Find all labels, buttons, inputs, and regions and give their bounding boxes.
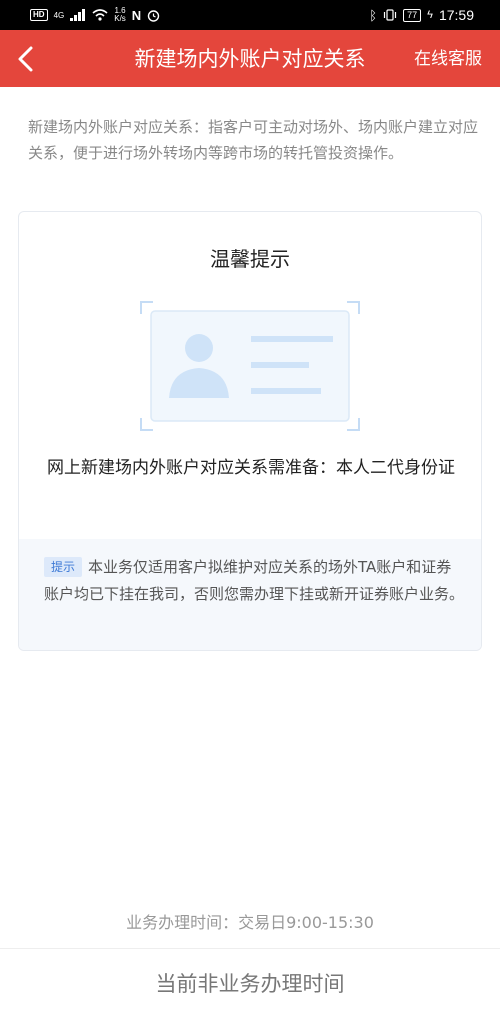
battery-icon: 77 [403, 8, 422, 22]
status-right: ᛒ 77 ϟ 17:59 [369, 6, 474, 24]
card-title: 温馨提示 [210, 247, 290, 271]
wifi-icon [92, 9, 108, 21]
tip-paragraph: 提示 本业务仅适用客户拟维护对应关系的场外TA账户和证券账户均已下挂在我司，否则您… [44, 554, 464, 608]
online-service-link[interactable]: 在线客服 [414, 48, 482, 70]
requirement-text: 网上新建场内外账户对应关系需准备：本人二代身份证 [47, 458, 455, 478]
notice-card: 温馨提示 网上新建场内外账户对应关系需准备：本人二代身份证 提示 本业务仅适用客户… [18, 211, 482, 651]
bluetooth-icon: ᛒ [369, 7, 378, 23]
intro-description: 新建场内外账户对应关系：指客户可主动对场外、场内账户建立对应关系，便于进行场外转… [28, 118, 479, 162]
network-speed: 1.6 K/s [114, 7, 126, 23]
tip-badge: 提示 [44, 557, 83, 577]
charging-icon: ϟ [427, 9, 433, 21]
tip-text: 本业务仅适用客户拟维护对应关系的场外TA账户和证券账户均已下挂在我司，否则您需办… [44, 558, 465, 603]
speed-unit: K/s [114, 14, 126, 23]
tip-section: 提示 本业务仅适用客户拟维护对应关系的场外TA账户和证券账户均已下挂在我司，否则您… [19, 539, 481, 650]
status-bar: HD 4G 1.6 K/s N ᛒ 77 ϟ 17:59 [0, 0, 500, 30]
alarm-icon [147, 9, 160, 22]
signal-icon [70, 9, 86, 21]
clock: 17:59 [438, 7, 474, 23]
nfc-icon: N [131, 7, 142, 23]
network-generation: 4G [53, 10, 65, 20]
hd-badge: HD [30, 9, 48, 21]
status-left: HD 4G 1.6 K/s N [30, 6, 160, 24]
id-card-illustration [140, 301, 360, 431]
header-bar: 新建场内外账户对应关系 在线客服 [0, 30, 500, 87]
bottom-action-button[interactable]: 当前非业务办理时间 [0, 948, 500, 1020]
business-hours: 业务办理时间：交易日9:00-15:30 [126, 913, 374, 932]
vibrate-icon [384, 9, 397, 21]
